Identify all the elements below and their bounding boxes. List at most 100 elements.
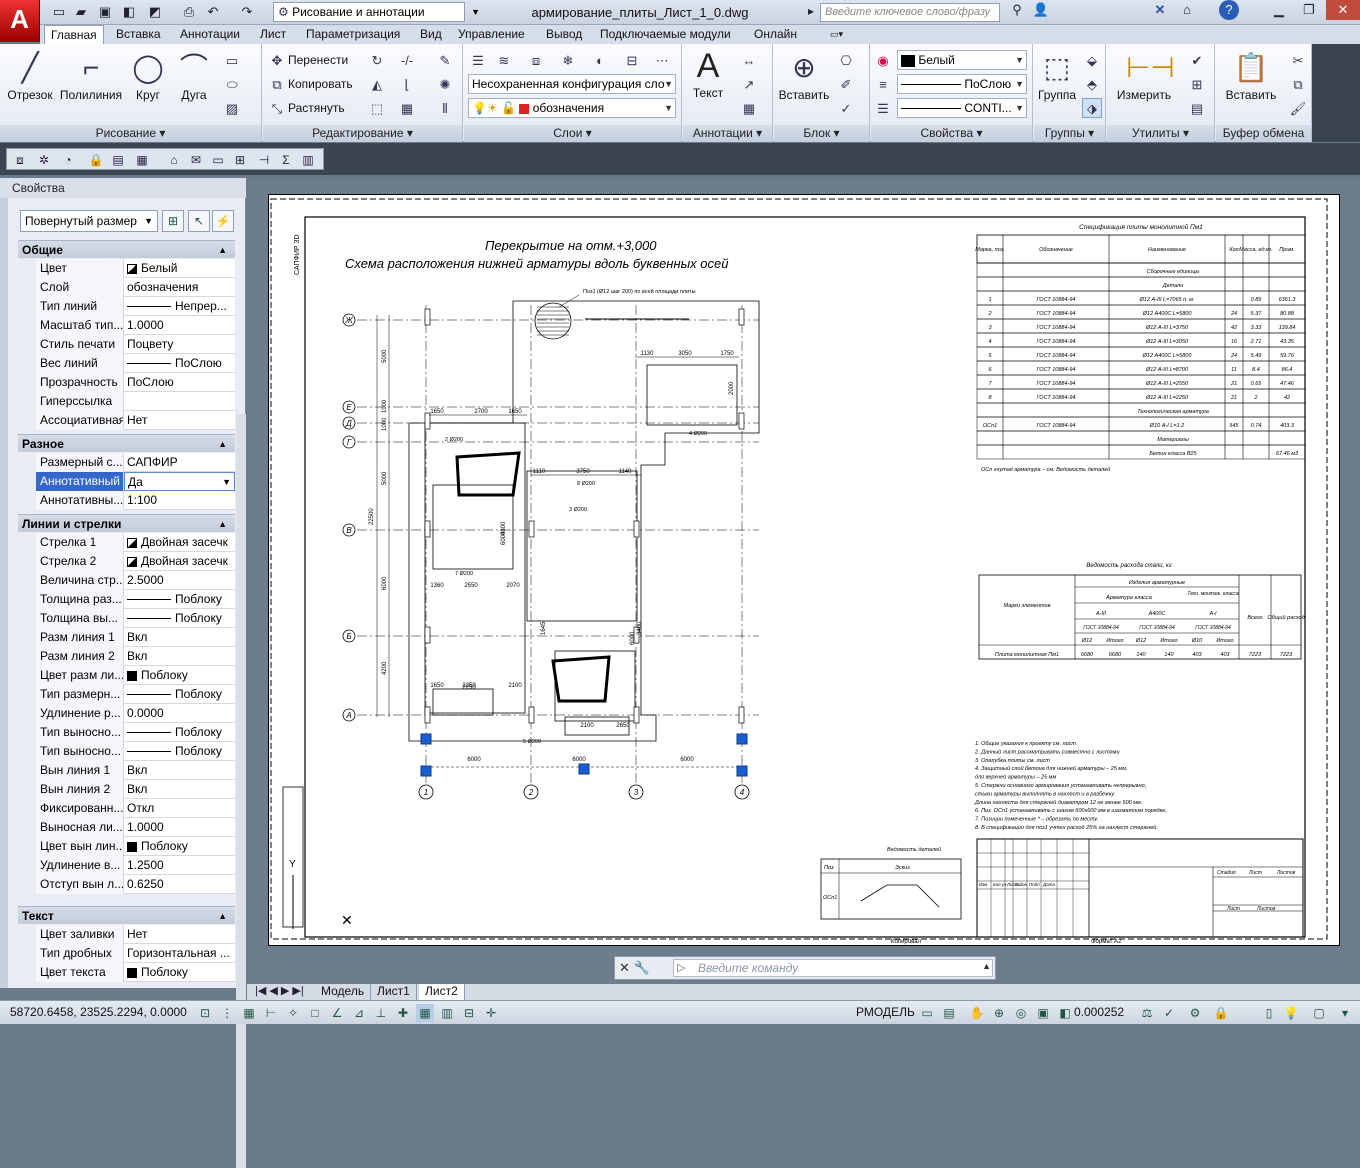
quick-view-drawings-icon[interactable]: ▤: [940, 1004, 958, 1022]
color-wheel-icon[interactable]: ◉: [873, 50, 893, 70]
viewport-scale-icon[interactable]: ◧: [1056, 1004, 1074, 1022]
property-value[interactable]: Поблоку: [124, 666, 235, 685]
exchange-icon[interactable]: ✕: [1145, 0, 1175, 20]
property-row[interactable]: Выносная ли... 1.0000: [36, 818, 235, 837]
viewport-scale[interactable]: 0.000252: [1074, 1005, 1124, 1019]
property-value[interactable]: САПФИР: [124, 453, 235, 472]
section-header[interactable]: Общие ▲: [18, 240, 235, 258]
model-space-toggle[interactable]: РМОДЕЛЬ: [856, 1005, 915, 1019]
quick-view-layouts-icon[interactable]: ▭: [918, 1004, 936, 1022]
property-row[interactable]: Тип дробных Горизонтальная ...: [36, 944, 235, 963]
layer-state-dropdown[interactable]: Несохраненная конфигурация сло ▼: [468, 74, 676, 94]
command-history-icon[interactable]: ▲: [982, 961, 991, 971]
tool-snap-icon[interactable]: ⧈: [11, 151, 29, 169]
table-icon[interactable]: ▦: [739, 98, 759, 118]
property-row[interactable]: Стрелка 2 Двойная засечк: [36, 552, 235, 571]
pan-icon[interactable]: ✋: [968, 1004, 986, 1022]
property-value[interactable]: [124, 392, 235, 411]
annotation-panel-label[interactable]: Аннотации ▾: [683, 125, 772, 142]
close-icon[interactable]: ✕: [1326, 0, 1360, 20]
color-dropdown[interactable]: Белый ▼: [897, 50, 1027, 70]
property-row[interactable]: Размерный с... САПФИР: [36, 453, 235, 472]
property-value[interactable]: Поблоку: [124, 609, 235, 628]
properties-scrollbar[interactable]: [236, 414, 246, 1168]
cut-icon[interactable]: ✂: [1288, 50, 1308, 70]
property-value[interactable]: Поблоку: [124, 742, 235, 761]
property-row[interactable]: Стиль печати Поцвету: [36, 335, 235, 354]
qp-icon[interactable]: ⊟: [460, 1004, 478, 1022]
ortho-icon[interactable]: ⊢: [262, 1004, 280, 1022]
property-value[interactable]: обозначения: [124, 278, 235, 297]
move-button[interactable]: ✥ Перенести: [269, 50, 349, 70]
otrack-icon[interactable]: ⊿: [350, 1004, 368, 1022]
layout-nav-icon[interactable]: |◀ ◀ ▶ ▶|: [255, 984, 304, 997]
workspace-switch-icon[interactable]: ⚙: [1186, 1004, 1204, 1022]
property-row[interactable]: Тип выносно... Поблоку: [36, 742, 235, 761]
tool-sum-icon[interactable]: Σ: [277, 151, 295, 169]
property-value[interactable]: Нет: [124, 411, 235, 430]
line-button[interactable]: ╱ Отрезок: [4, 50, 56, 102]
property-value[interactable]: 1.0000: [124, 316, 235, 335]
restore-icon[interactable]: ❐: [1294, 0, 1324, 20]
tool-envelope-icon[interactable]: ✉: [187, 151, 205, 169]
collapse-icon[interactable]: ▲: [218, 515, 227, 533]
tab-layout1[interactable]: Лист1: [371, 984, 417, 1000]
property-row[interactable]: Разм линия 1 Вкл: [36, 628, 235, 647]
property-row[interactable]: Вын линия 2 Вкл: [36, 780, 235, 799]
property-value[interactable]: Поцвету: [124, 335, 235, 354]
new-icon[interactable]: ▭: [50, 3, 68, 21]
property-row[interactable]: Величина стр... 2.5000: [36, 571, 235, 590]
clean-screen-icon[interactable]: ▢: [1310, 1004, 1328, 1022]
group-select-icon[interactable]: ⬗: [1082, 98, 1102, 118]
property-value[interactable]: Непрер...: [124, 297, 235, 316]
property-row[interactable]: Удлинение р... 0.0000: [36, 704, 235, 723]
tpy-icon[interactable]: ▥: [438, 1004, 456, 1022]
text-button[interactable]: A Текст: [687, 48, 729, 100]
edit-block-icon[interactable]: ✐: [836, 74, 856, 94]
property-value[interactable]: Вкл: [124, 647, 235, 666]
section-header[interactable]: Текст ▲: [18, 906, 235, 924]
ellipse-icon[interactable]: ⬭: [222, 74, 242, 94]
property-row[interactable]: Цвет заливки Нет: [36, 925, 235, 944]
snap-icon[interactable]: ⋮: [218, 1004, 236, 1022]
tool-frame-icon[interactable]: ▭: [209, 151, 227, 169]
property-value[interactable]: Двойная засечк: [124, 552, 235, 571]
toggle-pickadd-icon[interactable]: ⊞: [162, 210, 184, 232]
linetype-icon[interactable]: ☰: [873, 98, 893, 118]
workspace-dropdown[interactable]: ⚙ Рисование и аннотации ▼: [273, 2, 480, 22]
plot-icon[interactable]: ⎙: [180, 3, 198, 21]
tab-model[interactable]: Модель: [315, 984, 372, 1000]
property-value[interactable]: 0.6250: [124, 875, 235, 894]
redo-icon[interactable]: ↷: [238, 3, 256, 21]
explode-icon[interactable]: ✺: [435, 74, 455, 94]
property-value[interactable]: Двойная засечк: [124, 533, 235, 552]
steering-icon[interactable]: ◎: [1012, 1004, 1030, 1022]
collapse-icon[interactable]: ▲: [218, 241, 227, 259]
3dosnap-icon[interactable]: ∠: [328, 1004, 346, 1022]
measure-button[interactable]: ⊢⊣ Измерить: [1109, 50, 1179, 102]
arc-button[interactable]: ⌒ Дуга: [172, 50, 216, 102]
tab-online[interactable]: Онлайн: [748, 25, 803, 44]
object-type-dropdown[interactable]: Повернутый размер ▼: [20, 210, 158, 232]
property-value[interactable]: Поблоку: [124, 723, 235, 742]
property-value[interactable]: Вкл: [124, 628, 235, 647]
erase-icon[interactable]: ✎: [435, 50, 455, 70]
property-row[interactable]: Разм линия 2 Вкл: [36, 647, 235, 666]
lineweight-icon[interactable]: ≡: [873, 74, 893, 94]
property-row[interactable]: Отступ вын л... 0.6250: [36, 875, 235, 894]
property-value[interactable]: ПоСлою: [124, 373, 235, 392]
property-value[interactable]: 1:100: [124, 491, 235, 510]
lock-ui-icon[interactable]: 🔒: [1212, 1004, 1230, 1022]
group-edit-icon[interactable]: ⬘: [1082, 74, 1102, 94]
paste-button[interactable]: 📋 Вставить: [1218, 50, 1284, 102]
save-icon[interactable]: ▣: [96, 3, 114, 21]
property-row[interactable]: Цвет текста Поблоку: [36, 963, 235, 982]
property-row[interactable]: Тип размерн... Поблоку: [36, 685, 235, 704]
copy-button[interactable]: ⧉ Копировать: [269, 74, 352, 94]
paper-sheet[interactable]: САПФИР 3D Перекрытие на отм.+3,000 Схема…: [268, 194, 1340, 946]
tool-layers-icon[interactable]: ▤: [109, 151, 127, 169]
publish-icon[interactable]: ◩: [146, 3, 164, 21]
property-value[interactable]: Поблоку: [124, 963, 235, 982]
dropdown-arrow-icon[interactable]: ▼: [222, 473, 231, 490]
quick-select-icon[interactable]: ✔: [1187, 50, 1207, 70]
